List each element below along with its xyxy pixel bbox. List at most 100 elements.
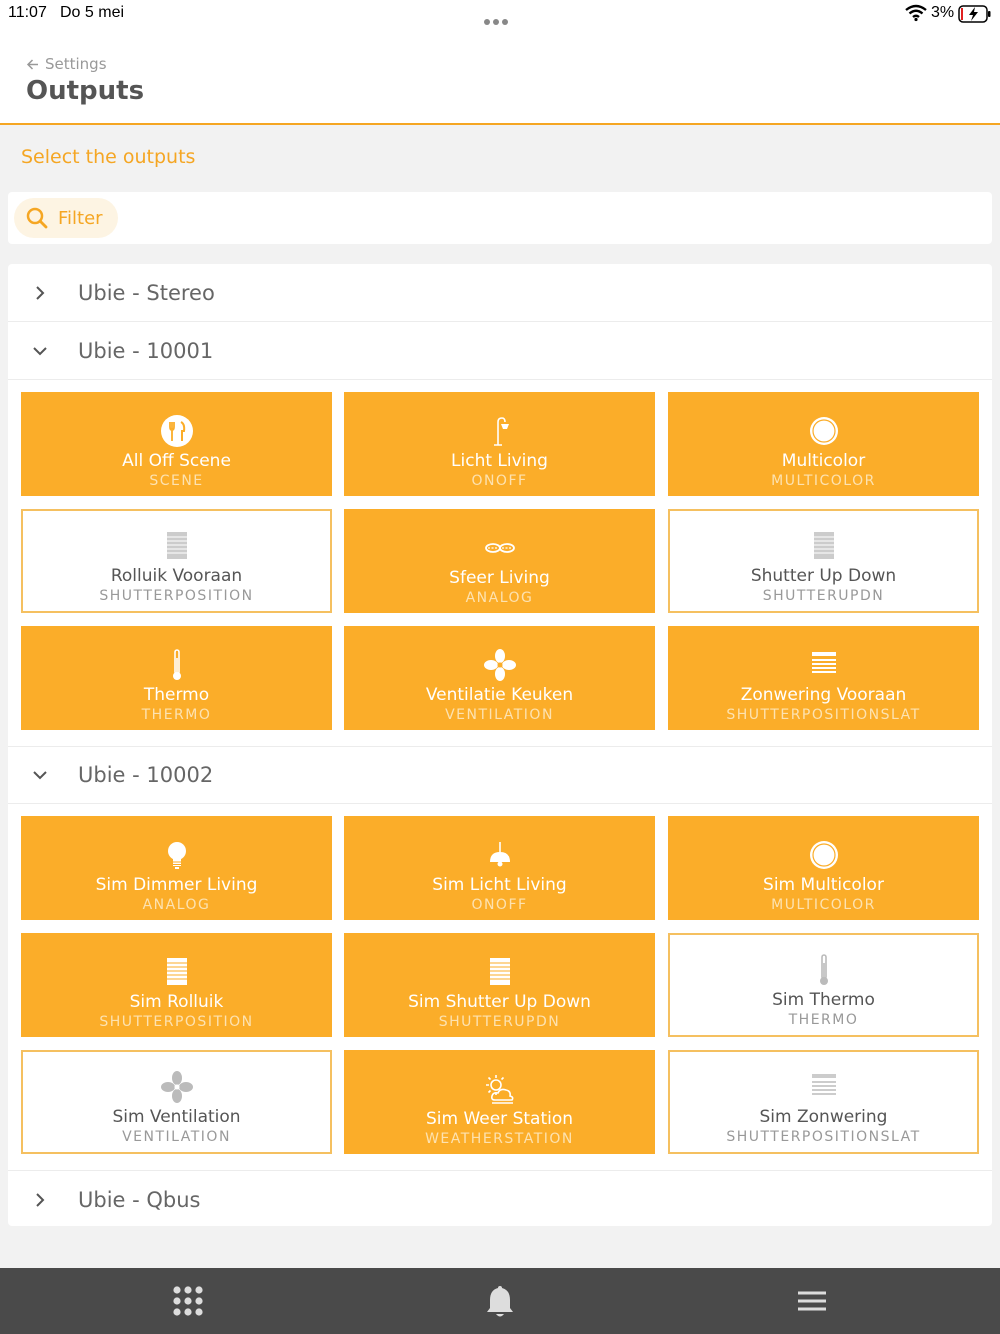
tile-type: THERMO — [788, 1012, 859, 1028]
tile-name: Licht Living — [451, 451, 548, 471]
tile-type: MULTICOLOR — [771, 897, 876, 913]
tile-name: Sim Shutter Up Down — [408, 992, 591, 1012]
tile-name: Multicolor — [781, 451, 866, 471]
group-header-ubie-stereo[interactable]: Ubie - Stereo — [8, 264, 992, 322]
output-tile-multicolor[interactable]: Multicolor MULTICOLOR — [668, 392, 979, 496]
tile-type: VENTILATION — [445, 707, 554, 723]
nav-dashboard-button[interactable] — [168, 1282, 208, 1320]
filter-bar: Filter — [8, 192, 992, 244]
output-tile-ventilatie-keuken[interactable]: Ventilatie Keuken VENTILATION — [344, 626, 655, 730]
tile-name: Sim Licht Living — [432, 875, 567, 895]
thermometer-icon — [172, 649, 181, 680]
filter-button[interactable]: Filter — [14, 198, 118, 238]
battery-percent: 3% — [931, 4, 955, 21]
output-tile-sim-ventilation[interactable]: Sim Ventilation VENTILATION — [21, 1050, 332, 1154]
shutter-icon — [813, 532, 834, 559]
tile-name: Zonwering Vooraan — [740, 685, 907, 705]
group-title: Ubie - 10001 — [78, 338, 214, 363]
tile-name: Shutter Up Down — [750, 566, 897, 586]
page-title: Outputs — [26, 76, 145, 106]
tile-type: SCENE — [149, 473, 204, 489]
tile-name: Sim Weer Station — [425, 1109, 574, 1129]
tile-name: Thermo — [143, 685, 210, 705]
tile-name: Sim Dimmer Living — [95, 875, 258, 895]
output-tile-licht-living[interactable]: Licht Living ONOFF — [344, 392, 655, 496]
chevron-right-icon — [36, 1192, 45, 1207]
grid-icon — [173, 1286, 203, 1316]
output-tile-sfeer-living[interactable]: Sfeer Living ANALOG — [344, 509, 655, 613]
status-date: Do 5 mei — [60, 4, 125, 21]
status-time: 11:07 — [8, 4, 47, 21]
nav-menu-button[interactable] — [792, 1282, 832, 1320]
circle-icon — [809, 841, 838, 869]
output-tile-sim-weer-station[interactable]: Sim Weer Station WEATHERSTATION — [344, 1050, 655, 1154]
bulb-icon — [167, 842, 186, 869]
output-tile-sim-dimmer-living[interactable]: Sim Dimmer Living ANALOG — [21, 816, 332, 920]
blinds-icon — [811, 1074, 836, 1095]
lamp-icon — [493, 417, 509, 446]
output-tile-zonwering-vooraan[interactable]: Zonwering Vooraan SHUTTERPOSITIONSLAT — [668, 626, 979, 730]
scene-icon — [160, 415, 193, 447]
chevron-down-icon — [33, 771, 47, 780]
output-tile-sim-multicolor[interactable]: Sim Multicolor MULTICOLOR — [668, 816, 979, 920]
back-label: Settings — [45, 55, 107, 73]
tile-type: ONOFF — [471, 897, 528, 913]
group-title: Ubie - Stereo — [78, 280, 215, 305]
spotlights-icon — [484, 543, 515, 553]
tile-name: Ventilatie Keuken — [425, 685, 574, 705]
tile-name: Sfeer Living — [449, 568, 550, 588]
tile-type: SHUTTERPOSITION — [99, 1014, 254, 1030]
tile-name: Sim Multicolor — [763, 875, 884, 895]
tile-type: SHUTTERPOSITIONSLAT — [726, 1129, 921, 1145]
output-tile-all-off-scene[interactable]: All Off Scene SCENE — [21, 392, 332, 496]
group-header-ubie-10001[interactable]: Ubie - 10001 — [8, 322, 992, 380]
wifi-icon — [905, 4, 927, 22]
output-tile-shutter-up-down[interactable]: Shutter Up Down SHUTTERUPDN — [668, 509, 979, 613]
group-header-ubie-10002[interactable]: Ubie - 10002 — [8, 746, 992, 804]
bottom-nav-bar — [0, 1268, 1000, 1334]
outputs-list: Ubie - Stereo Ubie - 10001 All Off Scene… — [8, 264, 992, 1226]
tile-type: SHUTTERPOSITIONSLAT — [726, 707, 921, 723]
select-outputs-hint: Select the outputs — [21, 146, 196, 168]
tile-type: SHUTTERUPDN — [438, 1014, 561, 1030]
tile-type: SHUTTERUPDN — [762, 588, 885, 604]
status-bar: 11:07 Do 5 mei 3% — [0, 0, 1000, 30]
output-tile-sim-rolluik[interactable]: Sim Rolluik SHUTTERPOSITION — [21, 933, 332, 1037]
filter-label: Filter — [58, 207, 103, 229]
tile-type: THERMO — [141, 707, 212, 723]
circle-icon — [809, 417, 838, 445]
bell-icon — [487, 1286, 513, 1317]
tile-name: Sim Ventilation — [112, 1107, 241, 1127]
output-tile-thermo[interactable]: Thermo THERMO — [21, 626, 332, 730]
tile-name: Rolluik Vooraan — [110, 566, 243, 586]
tile-name: All Off Scene — [122, 451, 231, 471]
search-icon — [26, 207, 48, 229]
output-tile-sim-licht-living[interactable]: Sim Licht Living ONOFF — [344, 816, 655, 920]
output-tile-rolluik-vooraan[interactable]: Rolluik Vooraan SHUTTERPOSITION — [21, 509, 332, 613]
group-header-ubie-qbus[interactable]: Ubie - Qbus — [8, 1170, 992, 1228]
tile-type: MULTICOLOR — [771, 473, 876, 489]
tile-name: Sim Zonwering — [759, 1107, 888, 1127]
output-tile-sim-shutter-up-down[interactable]: Sim Shutter Up Down SHUTTERUPDN — [344, 933, 655, 1037]
shutter-icon — [166, 958, 187, 985]
tile-type: ANALOG — [142, 897, 211, 913]
battery-charging-icon — [958, 5, 991, 23]
tile-type: VENTILATION — [122, 1129, 231, 1145]
blinds-icon — [811, 652, 836, 673]
group-title: Ubie - Qbus — [78, 1187, 201, 1212]
weather-icon — [485, 1075, 513, 1104]
group-title: Ubie - 10002 — [78, 763, 214, 787]
output-tile-sim-thermo[interactable]: Sim Thermo THERMO — [668, 933, 979, 1037]
chevron-down-icon — [33, 346, 47, 355]
thermometer-icon — [819, 954, 828, 985]
nav-notifications-button[interactable] — [480, 1282, 520, 1320]
multitasking-dots-icon[interactable] — [484, 12, 516, 25]
fan-icon — [160, 1071, 193, 1103]
page-header: Settings Outputs — [0, 30, 1000, 125]
output-tile-sim-zonwering[interactable]: Sim Zonwering SHUTTERPOSITIONSLAT — [668, 1050, 979, 1154]
ceiling-lamp-icon — [489, 842, 510, 867]
arrow-left-icon — [26, 58, 38, 70]
menu-icon — [798, 1291, 826, 1311]
back-button[interactable]: Settings — [26, 55, 107, 73]
tile-type: ONOFF — [471, 473, 528, 489]
